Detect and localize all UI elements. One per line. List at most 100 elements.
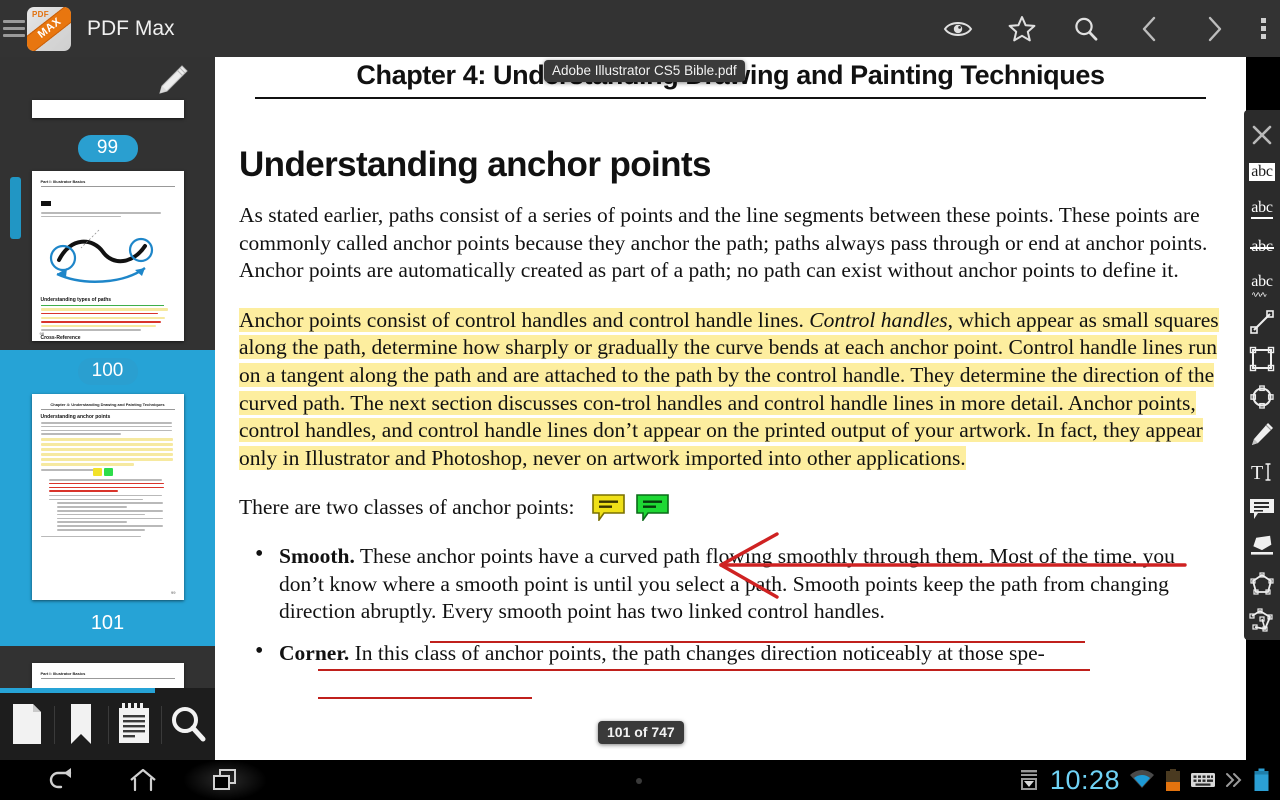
thumbnail-sidebar: 99 Part I: Illustrator Basics Understand… <box>0 57 215 700</box>
ellipse-tool-icon[interactable] <box>1244 378 1280 415</box>
highlight-glyph: abc <box>1249 163 1275 182</box>
bookmark-icon <box>70 704 91 744</box>
android-navigation-bar: 10:28 <box>0 760 1280 800</box>
menu-hamburger-icon[interactable] <box>3 20 25 37</box>
thumbnail-section-title: Understanding anchor points <box>40 414 111 420</box>
squiggly-glyph: abc <box>1251 274 1273 300</box>
sidebar-item-search[interactable] <box>161 688 215 760</box>
line-tool-icon[interactable] <box>1244 303 1280 340</box>
thumbnail-figure <box>49 229 153 283</box>
bullet-text: These anchor points have a curved path f… <box>279 543 1175 624</box>
bullet-term: Corner. <box>279 640 350 665</box>
thumbnail-note-title: Cross-Reference <box>40 334 81 341</box>
red-underline-annotation[interactable] <box>430 641 1085 643</box>
thumbnail-list[interactable]: 99 Part I: Illustrator Basics Understand… <box>0 57 215 700</box>
page-thumbnail-100[interactable]: Chapter 4: Understanding Drawing and Pai… <box>31 394 184 600</box>
document-page[interactable]: Chapter 4: Understanding Drawing and Pai… <box>215 57 1246 760</box>
page-thumbnail-99[interactable]: Part I: Illustrator Basics Understanding… <box>31 171 184 341</box>
svg-text:T: T <box>1251 462 1263 484</box>
search-icon <box>172 707 206 742</box>
sidebar-item-bookmarks[interactable] <box>53 688 108 760</box>
sticky-note-yellow-icon[interactable] <box>592 494 625 523</box>
thumbnail-section-title: Understanding types of paths <box>40 296 112 303</box>
home-button[interactable] <box>102 760 184 800</box>
notepad-icon <box>119 703 150 743</box>
search-icon[interactable] <box>1054 0 1118 57</box>
sticky-note-green-icon[interactable] <box>636 494 670 523</box>
page-title: Understanding anchor points <box>239 145 711 184</box>
thumbnail-page-number: 99 <box>77 135 138 162</box>
pencil-tool-icon[interactable] <box>1244 415 1280 452</box>
sidebar-scrollbar-thumb[interactable] <box>10 177 21 239</box>
system-status-icons: 10:28 <box>1017 760 1280 800</box>
underline-glyph: abc <box>1251 200 1273 220</box>
app-logo-icon: PDF MAX <box>27 6 71 51</box>
list-item: Corner. In this class of anchor points, … <box>239 638 1222 668</box>
body-paragraph: As stated earlier, paths consist of a se… <box>239 203 1208 283</box>
expand-chevrons-icon[interactable] <box>1224 771 1244 789</box>
nav-center-dot <box>636 778 642 784</box>
bullet-text: In this class of anchor points, the path… <box>349 640 1045 665</box>
eye-icon[interactable] <box>926 0 990 57</box>
pdf-max-app-window: PDF MAX PDF Max 99 Part I: Illustrator B… <box>0 0 1280 800</box>
text-tool-icon[interactable]: T <box>1244 453 1280 490</box>
chevron-right-icon[interactable] <box>1182 0 1246 57</box>
bullet-list: Smooth. These anchor points have a curve… <box>239 541 1222 668</box>
thumbnail-rule <box>40 186 175 187</box>
download-icon[interactable] <box>1017 768 1041 792</box>
logo-pdf-label: PDF <box>32 9 49 19</box>
thumbnail-page-folio: 99 <box>171 590 176 595</box>
system-clock: 10:28 <box>1049 764 1120 795</box>
thumbnail-tag <box>40 200 52 206</box>
overflow-menu-icon[interactable] <box>1246 0 1280 57</box>
annotation-toolbar: abc abc abc abc ∿∿∿ T <box>1244 110 1280 640</box>
inline-note-group <box>592 494 675 529</box>
thumbnail-item-selected[interactable]: 100 Chapter 4: Understanding Drawing and… <box>0 350 215 646</box>
squiggly-text-icon[interactable]: abc <box>1244 266 1280 303</box>
note-tool-icon[interactable] <box>1244 490 1280 527</box>
wifi-icon[interactable] <box>1129 769 1155 791</box>
thumbnail-page-folio: 98 <box>39 331 44 336</box>
recent-apps-icon <box>213 769 236 790</box>
close-icon[interactable] <box>1244 116 1280 153</box>
eraser-tool-icon[interactable] <box>1244 528 1280 565</box>
sidebar-item-outline[interactable] <box>107 688 162 760</box>
page-icon <box>12 704 41 744</box>
page-indicator-badge: 101 of 747 <box>598 721 684 744</box>
red-underline-annotation[interactable] <box>318 697 532 699</box>
thumbnail-page-number: 100 <box>77 358 138 385</box>
keyboard-icon[interactable] <box>1191 772 1215 788</box>
thumbnail-item[interactable]: 99 Part I: Illustrator Basics Understand… <box>0 127 215 350</box>
sidebar-item-pages[interactable] <box>0 688 54 760</box>
rectangle-tool-icon[interactable] <box>1244 341 1280 378</box>
thumbnail-header: Part I: Illustrator Basics <box>40 671 86 676</box>
highlight-text-icon[interactable]: abc <box>1244 153 1280 190</box>
app-toolbar: PDF MAX PDF Max <box>0 0 1280 57</box>
back-arrow-icon <box>49 768 72 789</box>
list-item: Smooth. These anchor points have a curve… <box>239 541 1222 626</box>
home-icon <box>130 768 156 792</box>
chevron-left-icon[interactable] <box>1118 0 1182 57</box>
thumbnail-page-number-next: 101 <box>90 612 125 634</box>
thumbnail-content: Chapter 4: Understanding Drawing and Pai… <box>32 394 184 600</box>
polygon-tool-icon[interactable] <box>1244 565 1280 602</box>
battery-level-icon[interactable] <box>1253 768 1270 792</box>
document-name-tooltip: Adobe Illustrator CS5 Bible.pdf <box>544 60 745 82</box>
page-content: Understanding anchor points As stated ea… <box>239 145 1222 681</box>
two-classes-text: There are two classes of anchor points: <box>239 495 575 520</box>
bullet-term: Smooth. <box>279 543 355 568</box>
polyline-tool-icon[interactable] <box>1244 602 1280 639</box>
pen-tool-icon[interactable] <box>153 62 191 105</box>
recent-apps-button[interactable] <box>184 760 266 800</box>
star-icon[interactable] <box>990 0 1054 57</box>
battery-charging-icon[interactable] <box>1164 768 1182 792</box>
running-header-rule <box>255 97 1206 99</box>
app-title: PDF Max <box>87 16 175 40</box>
thumbnail-chapter-header: Chapter 4: Understanding Drawing and Pai… <box>50 402 165 407</box>
red-underline-annotation[interactable] <box>318 669 1090 671</box>
strikethrough-text-icon[interactable]: abc <box>1244 228 1280 265</box>
highlight-part-2: , which appear as small squares along th… <box>239 307 1219 470</box>
highlighted-paragraph[interactable]: Anchor points consist of control handles… <box>239 307 1222 473</box>
back-button[interactable] <box>20 760 102 800</box>
underline-text-icon[interactable]: abc <box>1244 191 1280 228</box>
